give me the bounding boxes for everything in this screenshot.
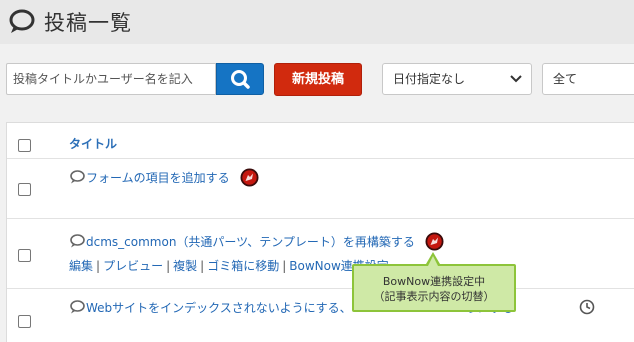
posts-table: タイトル フォームの項目を追加する dcms_common（共通パーツ、テンプレ…	[6, 122, 634, 342]
tooltip-line-1: BowNow連携設定中	[382, 275, 486, 288]
chevron-down-icon	[510, 75, 522, 83]
speech-bubble-icon	[70, 170, 85, 184]
speech-bubble-icon	[70, 234, 85, 248]
preview-link[interactable]: プレビュー	[103, 259, 163, 273]
post-title-text: dcms_common（共通パーツ、テンプレート）を再構築する	[86, 235, 415, 249]
page-header: 投稿一覧	[0, 0, 634, 44]
row-checkbox[interactable]	[18, 315, 31, 328]
table-row: フォームの項目を追加する	[7, 159, 634, 219]
date-filter-select[interactable]: 日付指定なし	[382, 63, 532, 95]
post-title-link[interactable]: フォームの項目を追加する	[69, 169, 230, 186]
separator: |	[282, 259, 287, 273]
row-checkbox[interactable]	[18, 183, 31, 196]
separator: |	[96, 259, 101, 273]
edit-link[interactable]: 編集	[69, 259, 93, 273]
trash-link[interactable]: ゴミ箱に移動	[207, 259, 279, 273]
speech-bubble-icon	[9, 9, 35, 33]
separator: |	[166, 259, 171, 273]
select-all-checkbox[interactable]	[18, 139, 31, 152]
search-input[interactable]	[6, 63, 216, 95]
table-header-row: タイトル	[7, 123, 634, 159]
bownow-icon[interactable]	[240, 168, 259, 187]
speech-bubble-icon	[70, 300, 85, 314]
column-header-title[interactable]: タイトル	[69, 135, 117, 152]
row-checkbox[interactable]	[18, 249, 31, 262]
duplicate-link[interactable]: 複製	[173, 259, 197, 273]
post-title-link[interactable]: dcms_common（共通パーツ、テンプレート）を再構築する	[69, 233, 415, 250]
search-button[interactable]	[216, 63, 264, 95]
toolbar: 新規投稿 日付指定なし 全て	[0, 44, 634, 118]
category-filter-select[interactable]: 全て	[542, 63, 634, 95]
post-title-text: フォームの項目を追加する	[86, 171, 230, 185]
tooltip-line-2: （記事表示内容の切替）	[373, 290, 495, 303]
separator: |	[200, 259, 205, 273]
bownow-icon[interactable]	[425, 232, 444, 251]
row-actions: 編集 | プレビュー | 複製 | ゴミ箱に移動 | BowNow連携設定	[69, 257, 389, 274]
clock-icon	[579, 299, 595, 315]
new-post-button[interactable]: 新規投稿	[274, 63, 362, 96]
page-title: 投稿一覧	[44, 11, 132, 35]
search-icon	[231, 70, 250, 89]
table-row: dcms_common（共通パーツ、テンプレート）を再構築する 編集 | プレビュー…	[7, 219, 634, 289]
date-filter-value: 日付指定なし	[393, 72, 466, 86]
category-filter-value: 全て	[553, 72, 578, 86]
tooltip-arrow-inner	[428, 256, 438, 266]
bownow-tooltip: BowNow連携設定中 （記事表示内容の切替）	[352, 264, 516, 312]
table-row: Webサイトをインデックスされないようにする、 うにする	[7, 289, 634, 342]
